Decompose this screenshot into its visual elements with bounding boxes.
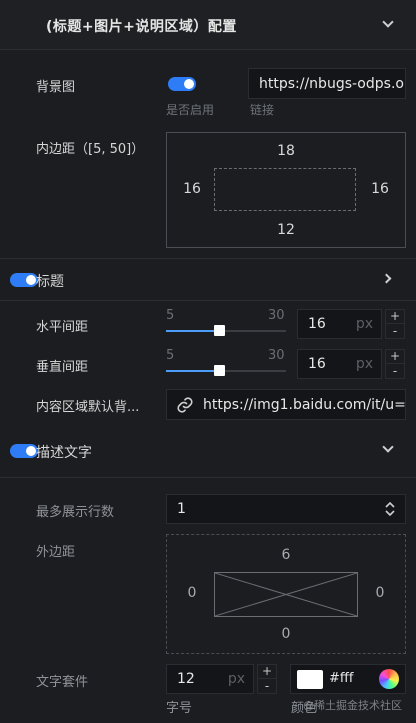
slider-max: 30 <box>268 308 285 323</box>
link-caption: 链接 <box>250 103 275 117</box>
section-header[interactable]: (标题+图片+说明区域）配置 <box>0 0 416 50</box>
margin-top-value[interactable]: 6 <box>266 547 306 563</box>
color-value: #fff <box>329 671 354 686</box>
padding-inner-box <box>214 168 356 211</box>
decrement-button[interactable]: - <box>258 680 276 694</box>
title-section-label: 标题 <box>36 274 64 290</box>
slider-fill <box>166 370 219 372</box>
slider-max: 30 <box>268 348 285 363</box>
sort-icon <box>385 501 395 517</box>
padding-right-value[interactable]: 16 <box>360 181 400 197</box>
input-value: 12 <box>177 671 195 687</box>
max-lines-select[interactable]: 1 <box>166 494 406 524</box>
color-picker[interactable]: #fff <box>290 664 406 694</box>
slider-thumb[interactable] <box>214 365 225 376</box>
font-size-input[interactable]: 12 px <box>166 664 254 694</box>
input-value: 16 <box>308 316 326 332</box>
increment-button[interactable]: + <box>386 310 404 324</box>
margin-inner-box <box>214 572 358 617</box>
desc-section-toggle[interactable] <box>10 444 38 458</box>
chevron-right-icon[interactable] <box>381 273 392 284</box>
divider <box>0 477 416 478</box>
background-image-label: 背景图 <box>36 80 76 95</box>
cross-icon <box>215 573 357 616</box>
background-url-input[interactable]: https://nbugs-odps.o <box>248 68 406 99</box>
vertical-spacing-input[interactable]: 16 px <box>297 349 382 379</box>
increment-button[interactable]: + <box>386 350 404 364</box>
slider-thumb[interactable] <box>214 325 225 336</box>
input-unit: px <box>355 356 373 372</box>
input-unit: px <box>227 671 245 687</box>
input-value: 16 <box>308 356 326 372</box>
title-section-toggle[interactable] <box>10 273 38 287</box>
chevron-down-icon[interactable] <box>382 441 394 453</box>
font-size-stepper[interactable]: + - <box>257 664 277 694</box>
text-kit-label: 文字套件 <box>36 675 89 690</box>
input-unit: px <box>355 316 373 332</box>
watermark: @稀土掘金技术社区 <box>303 699 402 712</box>
decrement-button[interactable]: - <box>386 325 404 339</box>
config-panel: (标题+图片+说明区域）配置 背景图 https://nbugs-odps.o … <box>0 0 416 723</box>
max-lines-label: 最多展示行数 <box>36 505 115 520</box>
increment-button[interactable]: + <box>258 665 276 679</box>
toggle-knob <box>26 446 36 456</box>
horizontal-spacing-input[interactable]: 16 px <box>297 309 382 339</box>
slider-min: 5 <box>166 348 175 363</box>
desc-section-label: 描述文字 <box>36 445 92 461</box>
margin-bottom-value[interactable]: 0 <box>266 626 306 642</box>
content-bg-label: 内容区域默认背... <box>36 400 140 415</box>
chevron-down-icon[interactable] <box>382 16 394 28</box>
vertical-spacing-label: 垂直间距 <box>36 360 89 375</box>
horizontal-spacing-label: 水平间距 <box>36 320 89 335</box>
slider-fill <box>166 330 219 332</box>
padding-left-value[interactable]: 16 <box>172 181 212 197</box>
margin-right-value[interactable]: 0 <box>360 585 400 601</box>
margin-left-value[interactable]: 0 <box>172 585 212 601</box>
color-wheel-icon[interactable] <box>379 669 399 689</box>
vertical-spacing-stepper[interactable]: + - <box>385 349 405 379</box>
decrement-button[interactable]: - <box>386 365 404 379</box>
divider <box>0 300 416 301</box>
content-bg-url-input[interactable]: https://img1.baidu.com/it/u=18 <box>166 389 406 420</box>
content-bg-url-value: https://img1.baidu.com/it/u=18 <box>203 396 406 413</box>
background-enabled-toggle[interactable] <box>168 77 196 91</box>
margin-label: 外边距 <box>36 545 76 560</box>
select-value: 1 <box>177 501 186 517</box>
font-size-caption: 字号 <box>166 701 193 716</box>
section-title: (标题+图片+说明区域）配置 <box>46 19 237 35</box>
padding-bottom-value[interactable]: 12 <box>266 222 306 238</box>
divider <box>0 258 416 259</box>
enabled-caption: 是否启用 <box>166 103 215 117</box>
slider-min: 5 <box>166 308 175 323</box>
color-swatch[interactable] <box>297 670 323 689</box>
toggle-knob <box>184 79 194 89</box>
horizontal-spacing-stepper[interactable]: + - <box>385 309 405 339</box>
padding-top-value[interactable]: 18 <box>266 143 306 159</box>
toggle-knob <box>26 275 36 285</box>
padding-label: 内边距（[5, 50]） <box>36 142 145 157</box>
link-icon <box>177 397 193 413</box>
